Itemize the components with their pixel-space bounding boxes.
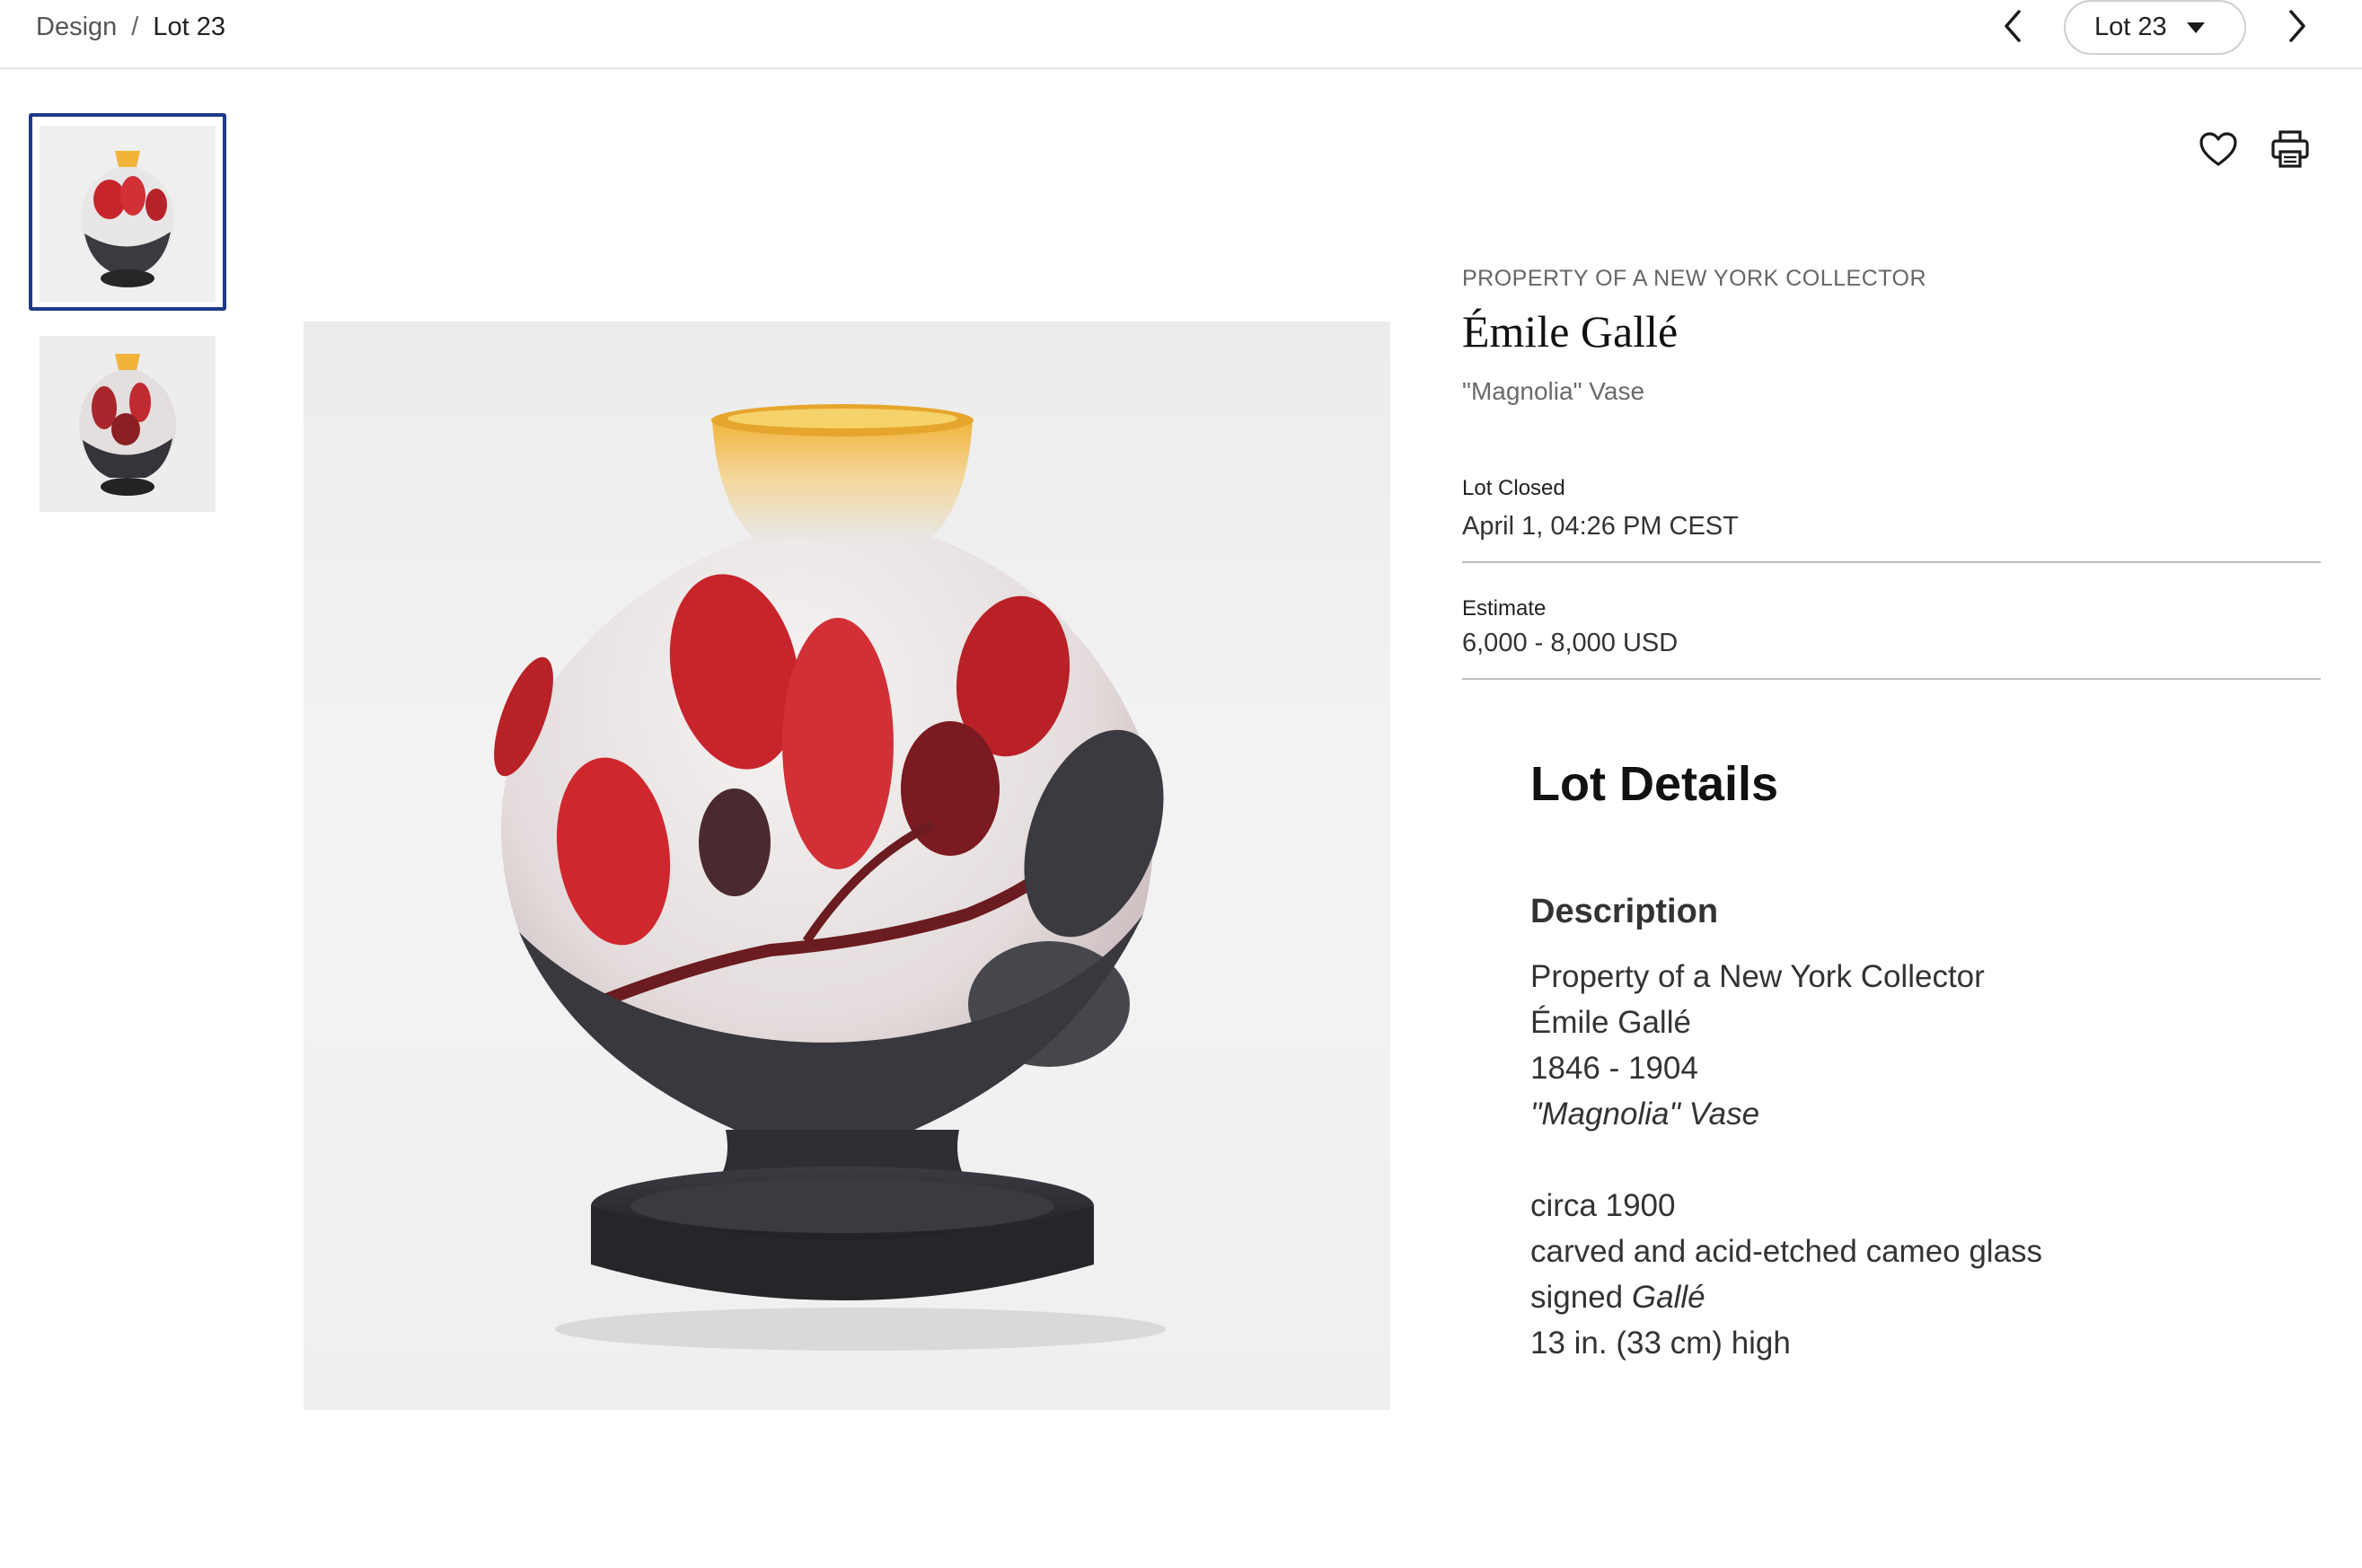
signed-prefix: signed bbox=[1530, 1280, 1632, 1315]
lot-selector-dropdown[interactable]: Lot 23 bbox=[2064, 0, 2246, 55]
next-lot-button[interactable] bbox=[2277, 5, 2318, 47]
main-lot-image[interactable] bbox=[304, 322, 1390, 1410]
description-line-2: Émile Gallé bbox=[1530, 1005, 1691, 1040]
divider-status bbox=[1462, 561, 2321, 563]
printer-icon bbox=[2271, 130, 2309, 168]
lot-status-label: Lot Closed bbox=[1462, 476, 1565, 500]
previous-lot-button[interactable] bbox=[1992, 5, 2033, 47]
heart-icon bbox=[2199, 132, 2237, 166]
estimate-label: Estimate bbox=[1462, 596, 1547, 621]
caret-down-icon bbox=[2186, 22, 2205, 33]
work-title: "Magnolia" Vase bbox=[1462, 377, 1645, 405]
description-line-5: circa 1900 bbox=[1530, 1188, 1676, 1223]
lot-closed-datetime: April 1, 04:26 PM CEST bbox=[1462, 512, 1739, 541]
chevron-left-icon bbox=[2005, 10, 2021, 42]
breadcrumb-design-link[interactable]: Design bbox=[36, 13, 117, 42]
estimate-value: 6,000 - 8,000 USD bbox=[1462, 629, 1679, 657]
lot-provenance: PROPERTY OF A NEW YORK COLLECTOR bbox=[1462, 266, 1927, 291]
divider-estimate bbox=[1462, 678, 2321, 680]
artist-name: Émile Gallé bbox=[1462, 306, 1679, 357]
description-spacer bbox=[1530, 1137, 2042, 1183]
description-line-8: 13 in. (33 cm) high bbox=[1530, 1326, 1791, 1361]
print-button[interactable] bbox=[2267, 126, 2314, 172]
top-bar: Design / Lot 23 Lot 23 bbox=[0, 0, 2362, 69]
lot-details-heading: Lot Details bbox=[1530, 757, 1779, 811]
description-text: Property of a New York Collector Émile G… bbox=[1530, 954, 2042, 1366]
thumbnail-image-1[interactable] bbox=[40, 126, 216, 302]
signature-text: Gallé bbox=[1631, 1280, 1705, 1315]
vase-thumbnail-1-image bbox=[40, 126, 216, 302]
thumbnail-image-2[interactable] bbox=[40, 336, 216, 512]
breadcrumb-separator: / bbox=[131, 12, 139, 41]
chevron-right-icon bbox=[2289, 10, 2305, 42]
breadcrumb: Design / Lot 23 bbox=[36, 9, 225, 45]
description-line-1: Property of a New York Collector bbox=[1530, 959, 1985, 994]
breadcrumb-current: Lot 23 bbox=[153, 12, 225, 41]
description-line-6: carved and acid-etched cameo glass bbox=[1530, 1234, 2043, 1269]
vase-thumbnail-2-image bbox=[40, 336, 216, 512]
favorite-button[interactable] bbox=[2195, 126, 2242, 172]
vase-photo bbox=[494, 404, 1166, 1351]
description-line-3: 1846 - 1904 bbox=[1530, 1051, 1698, 1086]
lot-selector-value: Lot 23 bbox=[2094, 13, 2167, 41]
description-heading: Description bbox=[1530, 893, 1719, 930]
description-line-7: signed Gallé bbox=[1530, 1274, 2042, 1320]
description-line-4: "Magnolia" Vase bbox=[1530, 1097, 1760, 1132]
